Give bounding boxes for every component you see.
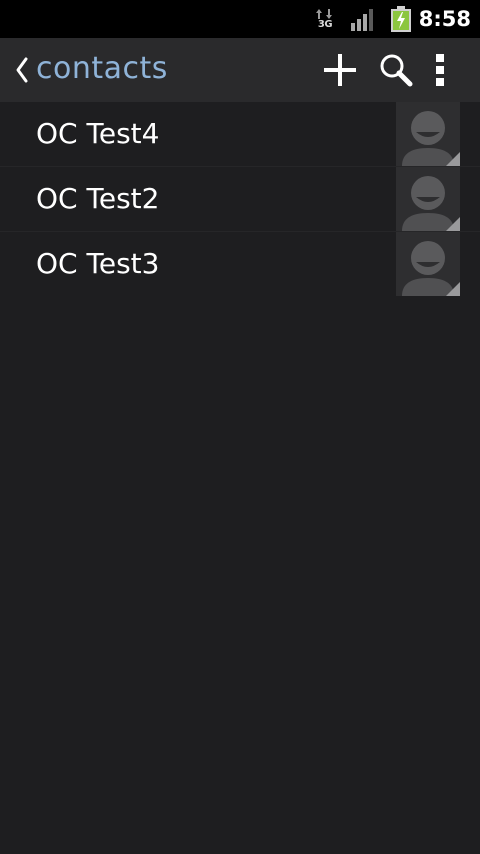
network-3g-icon: 3G xyxy=(314,8,336,32)
action-bar: contacts xyxy=(0,38,480,102)
back-chevron-icon xyxy=(14,56,30,84)
contact-row[interactable]: OC Test2 xyxy=(0,167,480,232)
contact-name: OC Test4 xyxy=(36,117,160,150)
contact-row[interactable]: OC Test3 xyxy=(0,232,480,296)
default-avatar-icon[interactable] xyxy=(396,232,460,296)
network-type-label: 3G xyxy=(317,19,333,30)
contact-name: OC Test3 xyxy=(36,247,160,280)
page-title: contacts xyxy=(36,51,168,86)
search-icon xyxy=(380,54,413,87)
overflow-menu-button[interactable] xyxy=(414,38,466,102)
signal-strength-icon xyxy=(350,9,376,31)
status-clock: 8:58 xyxy=(418,7,471,31)
overflow-menu-icon xyxy=(436,54,444,86)
contact-row[interactable]: OC Test4 xyxy=(0,102,480,167)
default-avatar-icon[interactable] xyxy=(396,102,460,166)
contact-name: OC Test2 xyxy=(36,182,160,215)
add-icon xyxy=(324,54,356,86)
status-bar: 3G 8:58 xyxy=(0,0,480,38)
battery-charging-icon xyxy=(390,6,412,32)
contact-list: OC Test4 OC Test2 OC Test3 xyxy=(0,102,480,296)
default-avatar-icon[interactable] xyxy=(396,167,460,231)
add-contact-button[interactable] xyxy=(314,38,366,102)
back-button[interactable]: contacts xyxy=(0,38,180,102)
